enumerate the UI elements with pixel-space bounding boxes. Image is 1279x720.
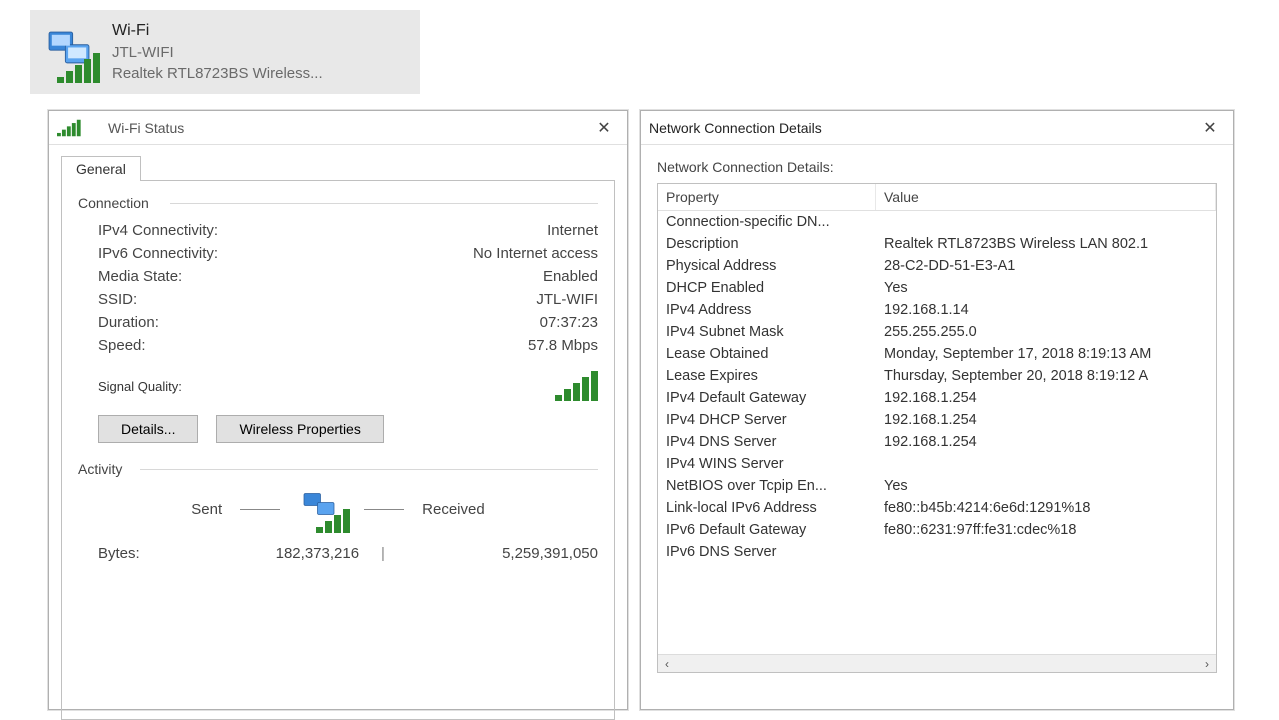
network-adapter-icon [40, 23, 98, 81]
network-activity-icon [298, 489, 346, 529]
group-connection-label: Connection [78, 195, 598, 211]
property-cell: IPv4 Address [658, 299, 876, 321]
table-row[interactable]: Link-local IPv6 Addressfe80::b45b:4214:6… [658, 497, 1216, 519]
property-cell: DHCP Enabled [658, 277, 876, 299]
table-row[interactable]: IPv4 WINS Server [658, 453, 1216, 475]
value-cell: 192.168.1.254 [876, 387, 1216, 409]
value-cell: 192.168.1.254 [876, 431, 1216, 453]
signal-bars-icon [57, 113, 100, 143]
row-media-state: Media State:Enabled [98, 265, 598, 288]
table-row[interactable]: Connection-specific DN... [658, 211, 1216, 233]
col-header-value[interactable]: Value [876, 184, 1216, 210]
property-cell: IPv4 Default Gateway [658, 387, 876, 409]
tab-general[interactable]: General [61, 156, 141, 181]
horizontal-scrollbar[interactable]: ‹ › [658, 654, 1216, 672]
group-activity-label: Activity [78, 461, 598, 477]
tab-panel-general: Connection IPv4 Connectivity:Internet IP… [61, 180, 615, 720]
signal-bars-icon [57, 53, 100, 83]
scroll-right-icon[interactable]: › [1198, 656, 1216, 672]
table-row[interactable]: IPv4 Address192.168.1.14 [658, 299, 1216, 321]
value-cell: Yes [876, 277, 1216, 299]
value-cell: Yes [876, 475, 1216, 497]
close-button[interactable]: ✕ [589, 116, 619, 140]
activity-visual: Sent Received [78, 489, 598, 529]
adapter-name: Wi-Fi [112, 20, 323, 42]
property-cell: IPv4 DHCP Server [658, 409, 876, 431]
value-cell [876, 453, 1216, 475]
value-cell: Thursday, September 20, 2018 8:19:12 A [876, 365, 1216, 387]
signal-bars-icon [555, 371, 598, 401]
activity-sent-label: Sent [191, 501, 222, 518]
wireless-properties-button[interactable]: Wireless Properties [216, 415, 383, 443]
table-row[interactable]: IPv6 Default Gatewayfe80::6231:97ff:fe31… [658, 519, 1216, 541]
value-cell: Realtek RTL8723BS Wireless LAN 802.1 [876, 233, 1216, 255]
table-row[interactable]: Lease ObtainedMonday, September 17, 2018… [658, 343, 1216, 365]
table-row[interactable]: Lease ExpiresThursday, September 20, 201… [658, 365, 1216, 387]
property-cell: Physical Address [658, 255, 876, 277]
property-cell: Connection-specific DN... [658, 211, 876, 233]
value-cell [876, 541, 1216, 563]
wifi-status-dialog: Wi-Fi Status ✕ General Connection IPv4 C… [48, 110, 628, 710]
property-cell: Lease Expires [658, 365, 876, 387]
value-cell: 255.255.255.0 [876, 321, 1216, 343]
table-row[interactable]: IPv4 Subnet Mask255.255.255.0 [658, 321, 1216, 343]
property-cell: NetBIOS over Tcpip En... [658, 475, 876, 497]
details-button[interactable]: Details... [98, 415, 198, 443]
value-cell: 192.168.1.14 [876, 299, 1216, 321]
property-cell: Description [658, 233, 876, 255]
adapter-tile[interactable]: Wi-Fi JTL-WIFI Realtek RTL8723BS Wireles… [30, 10, 420, 94]
details-table: Property Value Connection-specific DN...… [657, 183, 1217, 673]
signal-quality-label: Signal Quality: [98, 379, 182, 394]
value-cell: fe80::b45b:4214:6e6d:1291%18 [876, 497, 1216, 519]
table-row[interactable]: DescriptionRealtek RTL8723BS Wireless LA… [658, 233, 1216, 255]
table-row[interactable]: IPv4 Default Gateway192.168.1.254 [658, 387, 1216, 409]
property-cell: IPv4 Subnet Mask [658, 321, 876, 343]
table-row[interactable]: IPv4 DHCP Server192.168.1.254 [658, 409, 1216, 431]
details-body-label: Network Connection Details: [657, 159, 1217, 175]
row-ipv6-connectivity: IPv6 Connectivity:No Internet access [98, 242, 598, 265]
network-details-dialog: Network Connection Details ✕ Network Con… [640, 110, 1234, 710]
table-row[interactable]: IPv4 DNS Server192.168.1.254 [658, 431, 1216, 453]
table-row[interactable]: NetBIOS over Tcpip En...Yes [658, 475, 1216, 497]
property-cell: IPv6 DNS Server [658, 541, 876, 563]
dialog-titlebar[interactable]: Wi-Fi Status ✕ [49, 111, 627, 145]
dialog-titlebar[interactable]: Network Connection Details ✕ [641, 111, 1233, 145]
bytes-sent: 182,373,216 [168, 545, 381, 562]
dialog-title: Wi-Fi Status [108, 120, 589, 136]
value-cell: fe80::6231:97ff:fe31:cdec%18 [876, 519, 1216, 541]
table-row[interactable]: Physical Address28-C2-DD-51-E3-A1 [658, 255, 1216, 277]
adapter-ssid: JTL-WIFI [112, 42, 323, 63]
value-cell: Monday, September 17, 2018 8:19:13 AM [876, 343, 1216, 365]
value-cell: 192.168.1.254 [876, 409, 1216, 431]
value-cell: 28-C2-DD-51-E3-A1 [876, 255, 1216, 277]
row-duration: Duration:07:37:23 [98, 311, 598, 334]
bytes-row: Bytes: 182,373,216 | 5,259,391,050 [98, 545, 598, 562]
property-cell: IPv4 WINS Server [658, 453, 876, 475]
row-ssid: SSID:JTL-WIFI [98, 288, 598, 311]
dialog-title: Network Connection Details [649, 120, 1195, 136]
col-header-property[interactable]: Property [658, 184, 876, 210]
scroll-left-icon[interactable]: ‹ [658, 656, 676, 672]
row-speed: Speed:57.8 Mbps [98, 334, 598, 357]
adapter-description: Realtek RTL8723BS Wireless... [112, 63, 323, 84]
bytes-received: 5,259,391,050 [385, 545, 598, 562]
activity-received-label: Received [422, 501, 485, 518]
table-row[interactable]: IPv6 DNS Server [658, 541, 1216, 563]
property-cell: IPv4 DNS Server [658, 431, 876, 453]
close-button[interactable]: ✕ [1195, 116, 1225, 140]
property-cell: Link-local IPv6 Address [658, 497, 876, 519]
table-row[interactable]: DHCP EnabledYes [658, 277, 1216, 299]
row-ipv4-connectivity: IPv4 Connectivity:Internet [98, 219, 598, 242]
property-cell: IPv6 Default Gateway [658, 519, 876, 541]
bytes-label: Bytes: [98, 545, 168, 562]
property-cell: Lease Obtained [658, 343, 876, 365]
value-cell [876, 211, 1216, 233]
